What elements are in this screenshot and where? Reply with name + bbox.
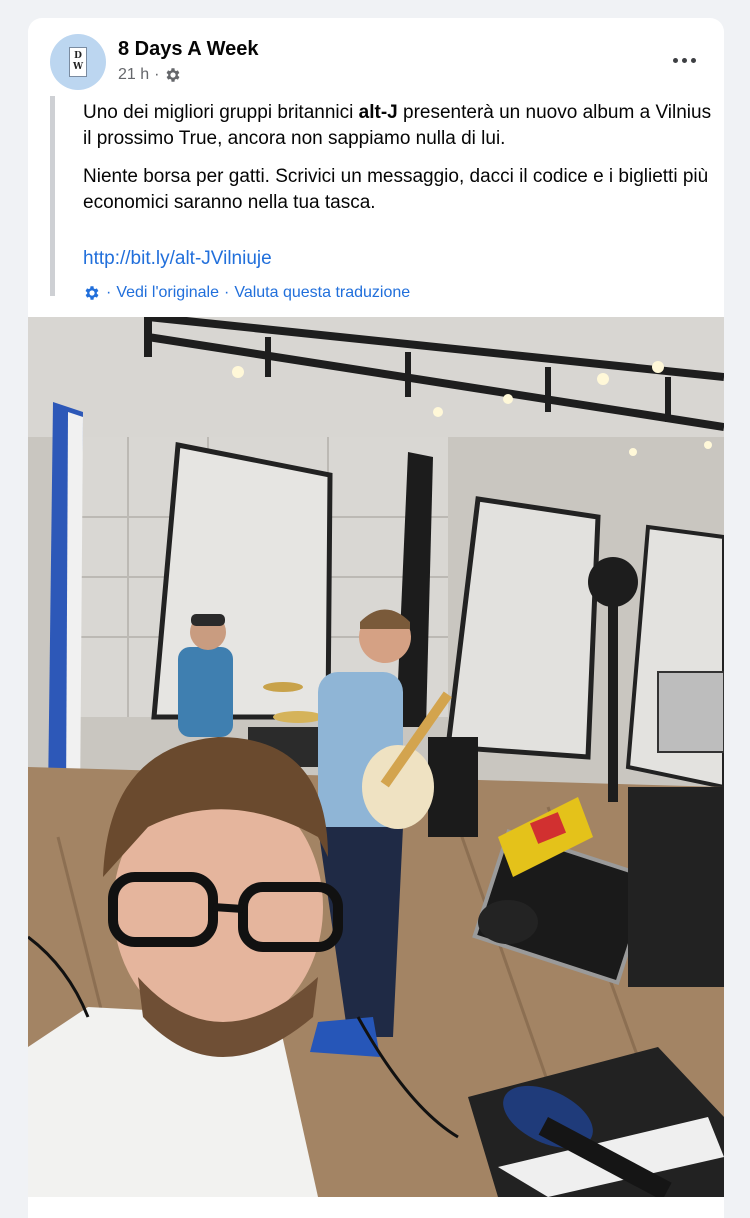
more-dots-icon	[672, 57, 678, 63]
page-avatar[interactable]: D W	[50, 34, 106, 90]
page-name[interactable]: 8 Days A Week	[118, 38, 258, 61]
translation-separator: ·	[106, 284, 112, 301]
translation-separator: ·	[224, 284, 230, 301]
post-time[interactable]: 21 h	[118, 66, 149, 84]
post-header: D W 8 Days A Week 21 h ·	[28, 18, 724, 108]
post-photo[interactable]	[28, 317, 724, 1197]
studio-photo	[28, 317, 724, 1197]
see-original-link[interactable]: Vedi l'originale	[116, 284, 219, 302]
more-dot	[681, 57, 687, 63]
paragraph-1-start: Uno dei migliori gruppi britannici	[83, 102, 359, 123]
gear-icon	[85, 286, 99, 300]
avatar-letter-bottom: W	[72, 62, 84, 72]
avatar-letter-top: D	[74, 51, 82, 61]
gear-icon[interactable]	[164, 66, 182, 84]
translation-row: · Vedi l'originale · Valuta questa tradu…	[83, 284, 410, 302]
post-paragraph-2: Niente borsa per gatti. Scrivici un mess…	[83, 166, 709, 213]
post-meta: 21 h ·	[118, 66, 182, 84]
rate-translation-link[interactable]: Valuta questa traduzione	[234, 284, 410, 302]
avatar-logo: D W	[69, 47, 87, 77]
more-dot	[690, 57, 696, 63]
post-link[interactable]: http://bit.ly/alt-JVilniuje	[83, 248, 272, 270]
more-options-button[interactable]	[666, 48, 702, 72]
translated-text-block: Uno dei migliori gruppi britannici alt-J…	[50, 96, 711, 301]
post-card: D W 8 Days A Week 21 h · Uno dei miglior…	[28, 18, 724, 1218]
post-paragraph-1: Uno dei migliori gruppi britannici alt-J…	[83, 100, 713, 152]
meta-separator: ·	[154, 66, 160, 83]
band-name: alt-J	[358, 102, 398, 123]
